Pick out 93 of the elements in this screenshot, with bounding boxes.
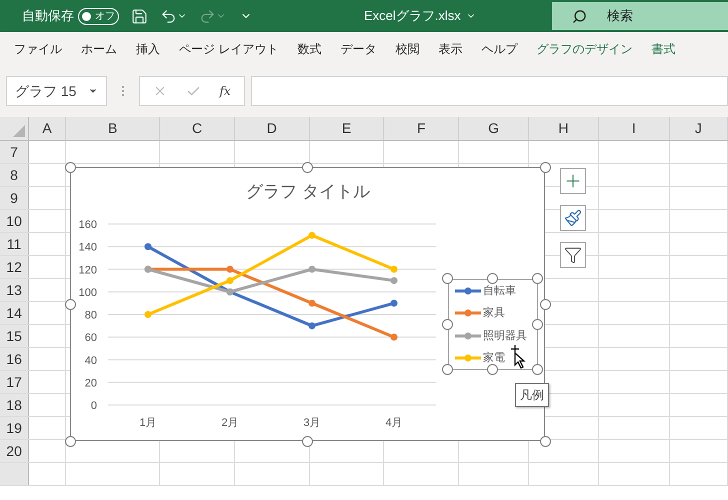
column-header[interactable]: F: [384, 117, 460, 140]
selection-handle[interactable]: [64, 162, 76, 172]
row-header[interactable]: 12: [0, 256, 30, 278]
column-header[interactable]: D: [234, 117, 310, 140]
ribbon-tab[interactable]: 校閲: [395, 40, 420, 58]
x-axis-label: 4月: [385, 417, 403, 429]
y-axis-label: 100: [78, 286, 97, 299]
y-axis-label: 120: [78, 264, 97, 276]
row-header[interactable]: 13: [0, 279, 30, 301]
data-point: [390, 277, 398, 284]
row-header[interactable]: 16: [0, 348, 30, 370]
column-header[interactable]: B: [66, 117, 160, 140]
y-axis-label: 60: [84, 332, 97, 344]
data-point: [308, 266, 316, 273]
column-header[interactable]: I: [598, 117, 670, 140]
formula-input[interactable]: [251, 76, 728, 106]
ribbon-tab[interactable]: ヘルプ: [481, 40, 518, 58]
search-icon: [572, 8, 587, 24]
x-axis-label: 3月: [303, 417, 321, 429]
undo-icon[interactable]: [160, 8, 177, 24]
selection-handle[interactable]: [64, 298, 76, 310]
ribbon-tab[interactable]: グラフのデザイン: [536, 40, 632, 58]
save-icon[interactable]: [131, 8, 148, 24]
filter-icon: [564, 246, 582, 264]
chart-filters-button[interactable]: [560, 242, 586, 268]
row-header[interactable]: 20: [0, 440, 30, 462]
move-cursor-icon: [509, 345, 527, 369]
row-header[interactable]: 15: [0, 325, 30, 347]
brush-icon: [564, 209, 582, 227]
x-axis-label: 2月: [221, 417, 239, 429]
column-header[interactable]: H: [529, 117, 599, 140]
column-header[interactable]: A: [29, 117, 66, 140]
legend-label: 自転車: [483, 284, 516, 298]
row-header[interactable]: 9: [0, 187, 30, 209]
file-name[interactable]: Excelグラフ.xlsx: [364, 6, 476, 26]
data-point: [390, 334, 398, 341]
row-header[interactable]: 10: [0, 210, 30, 232]
row-header[interactable]: 7: [0, 141, 30, 163]
data-point: [390, 300, 398, 307]
data-point: [308, 232, 316, 239]
ribbon-tab[interactable]: ホーム: [81, 40, 117, 58]
y-axis-label: 0: [90, 400, 97, 412]
corner-triangle-icon: [13, 125, 26, 137]
ribbon-tab[interactable]: データ: [340, 40, 376, 58]
row-header[interactable]: 18: [0, 394, 30, 416]
ribbon-tab[interactable]: 書式: [651, 40, 676, 58]
autosave-toggle[interactable]: オフ: [78, 8, 119, 24]
ribbon-tab[interactable]: ページ レイアウト: [179, 40, 278, 58]
legend-marker-icon: [455, 286, 481, 295]
row-header[interactable]: 17: [0, 371, 30, 393]
chart-styles-button[interactable]: [560, 205, 586, 231]
legend-marker-icon: [455, 332, 481, 340]
data-point: [308, 322, 316, 330]
data-point: [226, 277, 234, 284]
tooltip: 凡例: [515, 383, 549, 407]
ribbon-tab[interactable]: 数式: [297, 40, 322, 58]
insert-function-button[interactable]: fx: [219, 82, 231, 100]
ribbon-tab[interactable]: 挿入: [136, 40, 160, 58]
legend-marker-icon: [455, 309, 481, 318]
legend-label: 家電: [483, 350, 505, 366]
search-placeholder: 検索: [607, 7, 633, 26]
selection-handle[interactable]: [540, 162, 550, 172]
column-header[interactable]: C: [160, 117, 235, 140]
data-point: [308, 300, 316, 307]
row-header[interactable]: 19: [0, 417, 30, 439]
row-header[interactable]: 11: [0, 233, 30, 255]
x-axis-label: 1月: [139, 417, 157, 429]
column-header[interactable]: J: [670, 117, 728, 140]
data-point: [144, 243, 152, 250]
ribbon-tab[interactable]: 表示: [438, 40, 462, 58]
data-point: [226, 266, 234, 273]
column-header[interactable]: G: [459, 117, 530, 140]
y-axis-label: 80: [84, 310, 97, 322]
name-box[interactable]: グラフ 15: [6, 76, 107, 106]
y-axis-label: 40: [84, 354, 97, 367]
selection-handle[interactable]: [64, 436, 76, 446]
autosave-label: 自動保存: [22, 7, 74, 26]
legend-marker-icon: [455, 354, 481, 362]
column-header[interactable]: E: [310, 117, 384, 140]
row-header[interactable]: 8: [0, 164, 30, 186]
y-axis-label: 140: [78, 242, 97, 254]
chart-elements-button[interactable]: [560, 168, 586, 194]
data-point: [390, 266, 398, 273]
y-axis-label: 20: [84, 377, 97, 390]
data-point: [144, 311, 152, 318]
selection-handle[interactable]: [302, 162, 312, 172]
ribbon-tab[interactable]: ファイル: [14, 40, 62, 58]
row-header[interactable]: 14: [0, 302, 30, 324]
chart-title: グラフ タイトル: [246, 182, 370, 201]
search-field[interactable]: 検索: [552, 2, 728, 30]
legend-label: 家具: [483, 306, 505, 321]
y-axis-label: 160: [78, 219, 97, 231]
legend-label: 照明器具: [483, 328, 527, 344]
